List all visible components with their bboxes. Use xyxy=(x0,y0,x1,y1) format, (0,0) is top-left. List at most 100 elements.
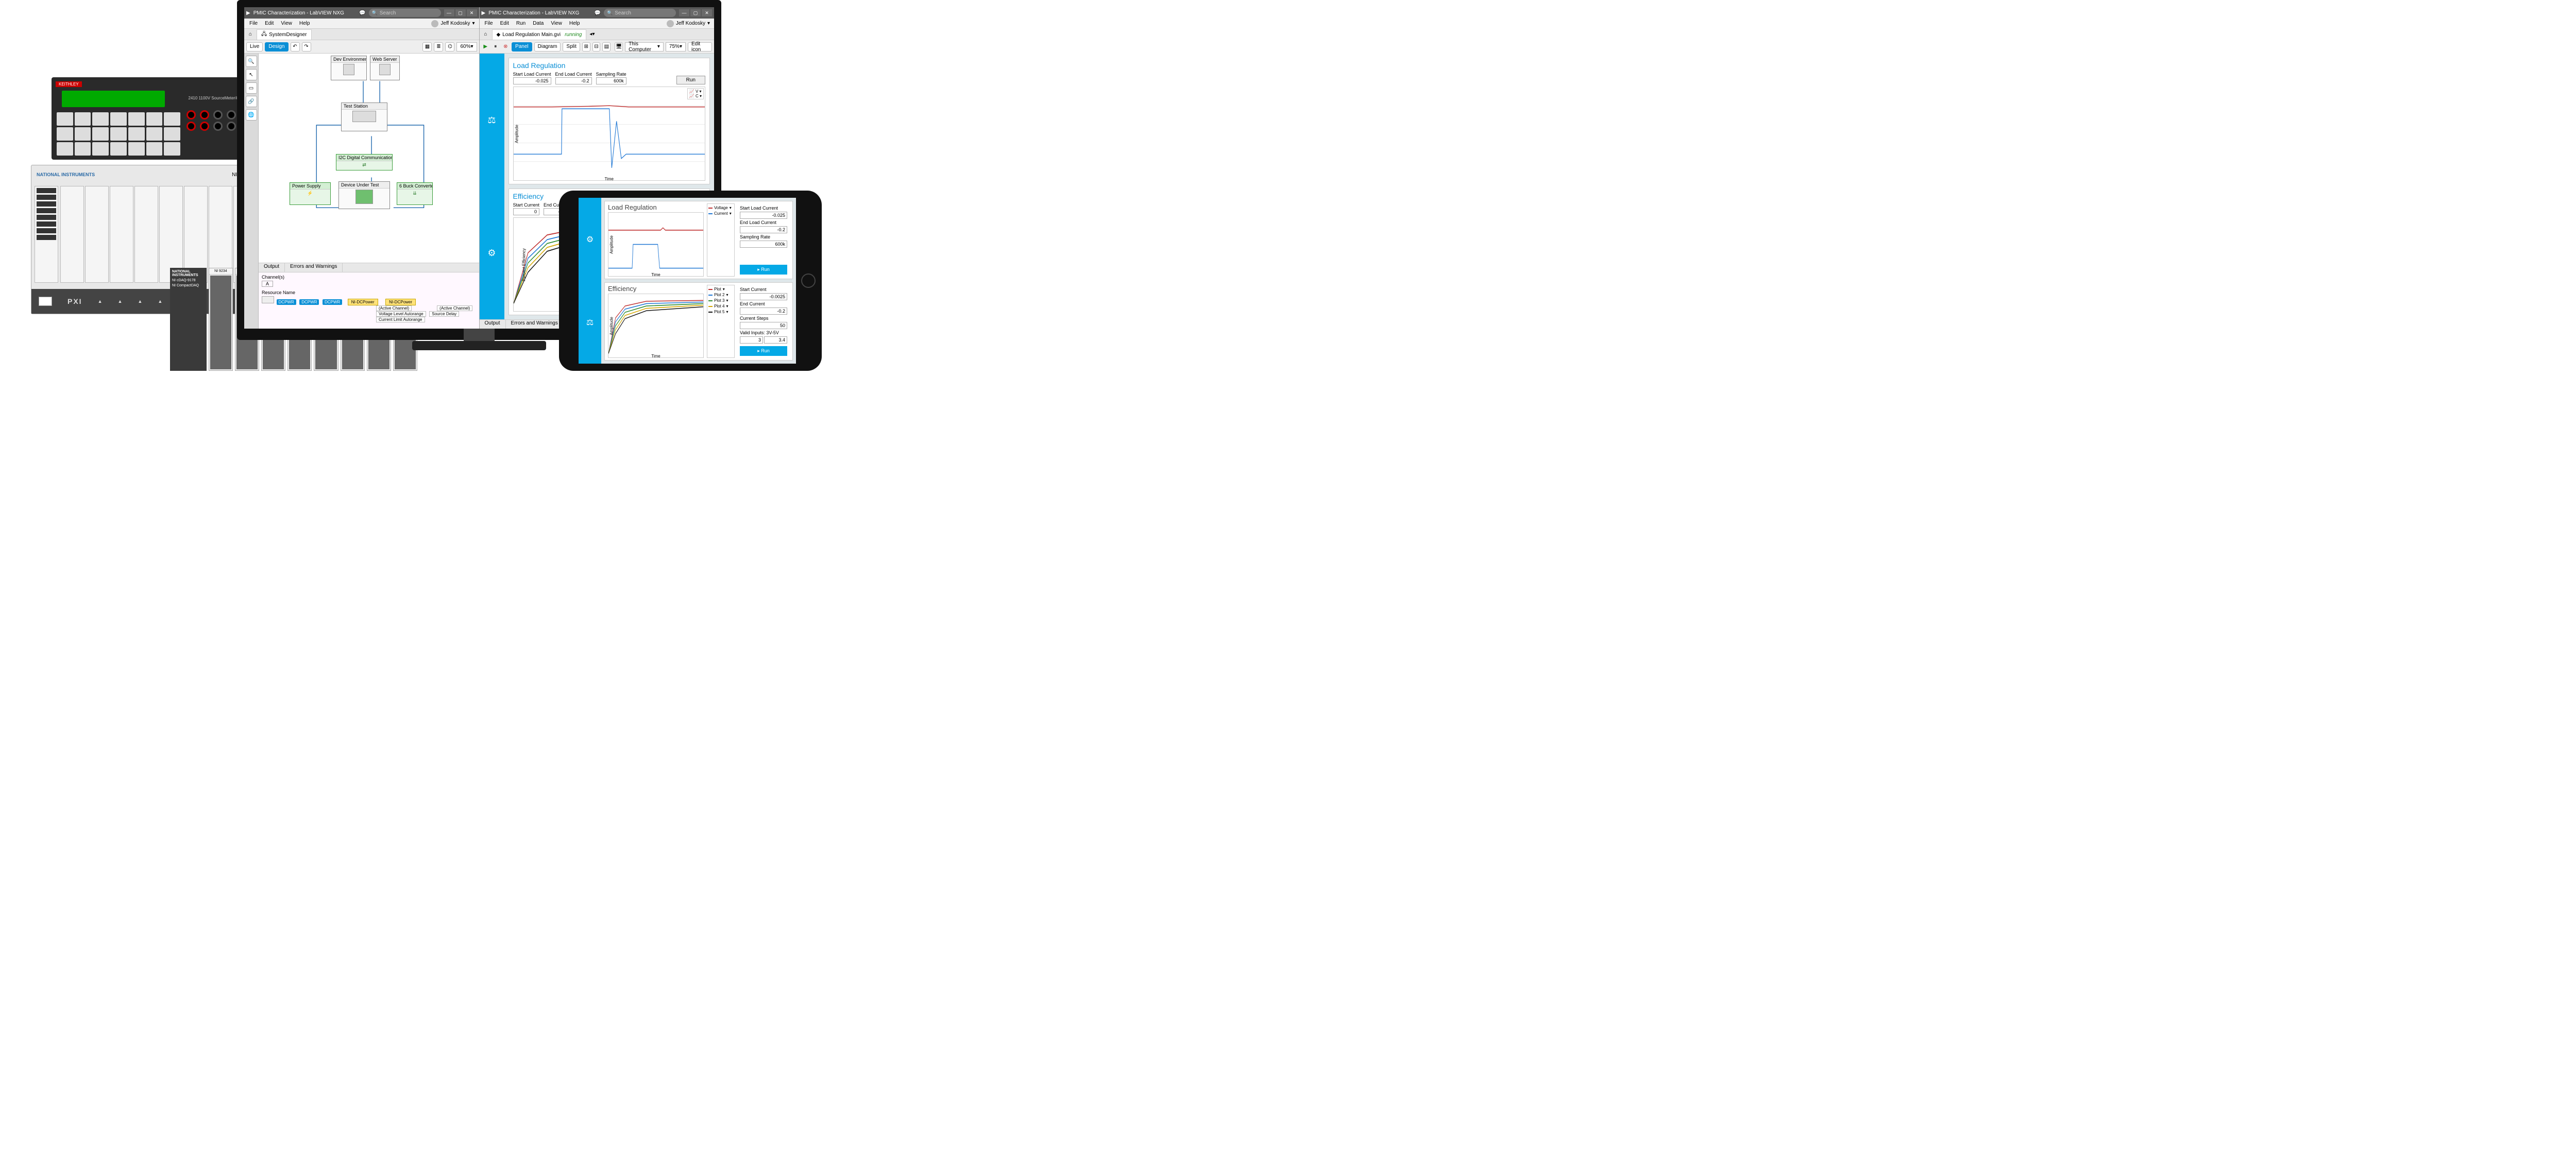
tab-errors[interactable]: Errors and Warnings xyxy=(506,320,564,329)
abort-button[interactable]: ⊗ xyxy=(502,42,510,52)
palette-connect-icon[interactable]: 🔗 xyxy=(246,96,257,107)
rail-gauge-icon[interactable]: ⚙ xyxy=(480,186,504,319)
start-current-input[interactable]: -0.0025 xyxy=(740,293,787,300)
run-button[interactable]: Run xyxy=(676,76,705,84)
zoom-select[interactable]: 75% ▾ xyxy=(666,42,686,52)
document-tab-gvi[interactable]: ◆ Load Regulation Main.gvi running xyxy=(492,29,587,40)
maximize-button[interactable]: ▢ xyxy=(690,9,701,16)
palette-globe-icon[interactable]: 🌐 xyxy=(246,109,257,121)
menu-edit[interactable]: Edit xyxy=(497,20,512,27)
document-tab-systemdesigner[interactable]: 🖧 SystemDesigner xyxy=(257,29,312,40)
redo-button[interactable]: ↷ xyxy=(302,42,311,52)
nidcpower-node[interactable]: NI-DCPower xyxy=(348,299,378,305)
dcpwr-node[interactable]: DCPWR xyxy=(277,299,296,305)
current-steps-input[interactable]: 50 xyxy=(740,322,787,329)
node-dev-environment[interactable]: Dev Environment xyxy=(331,56,367,80)
zoom-select[interactable]: 60% ▾ xyxy=(456,42,477,52)
dcpwr-node[interactable]: DCPWR xyxy=(299,299,319,305)
search-field[interactable]: Search xyxy=(369,9,441,17)
run-button[interactable]: ▸ Run xyxy=(740,346,787,356)
chat-icon[interactable]: 💬 xyxy=(595,10,601,16)
close-button[interactable]: ✕ xyxy=(702,9,712,16)
start-load-current-input[interactable]: -0.025 xyxy=(513,77,551,84)
mode-live[interactable]: Live xyxy=(246,42,263,52)
tab-output[interactable]: Output xyxy=(480,320,506,329)
tab-output[interactable]: Output xyxy=(259,263,285,272)
menu-run[interactable]: Run xyxy=(513,20,529,27)
titlebar-left[interactable]: ▶ PMIC Characterization - LabVIEW NXG 💬 … xyxy=(244,7,479,19)
keithley-display xyxy=(62,91,165,107)
chat-icon[interactable]: 💬 xyxy=(359,10,365,16)
node-test-station[interactable]: Test Station xyxy=(341,102,387,131)
view-diagram[interactable]: Diagram xyxy=(534,42,561,52)
tab-errors[interactable]: Errors and Warnings xyxy=(285,263,343,272)
view-panel[interactable]: Panel xyxy=(512,42,532,52)
node-dut[interactable]: Device Under Test xyxy=(338,181,390,209)
home-tab[interactable]: ⌂ xyxy=(480,31,492,37)
menu-help[interactable]: Help xyxy=(566,20,583,27)
tablet-home-button[interactable] xyxy=(801,273,816,288)
rail-kettlebell-icon[interactable]: ⚖ xyxy=(579,281,601,364)
sampling-rate-input[interactable]: 600k xyxy=(740,241,787,248)
palette-cursor-icon[interactable]: ↖ xyxy=(246,69,257,80)
view-split[interactable]: Split xyxy=(563,42,580,52)
undo-button[interactable]: ↶ xyxy=(291,42,300,52)
menu-help[interactable]: Help xyxy=(296,20,313,27)
menu-data[interactable]: Data xyxy=(530,20,547,27)
run-button[interactable]: ▸ Run xyxy=(740,265,787,275)
node-web-server[interactable]: Web Server xyxy=(370,56,400,80)
distribute-icon[interactable]: ⊟ xyxy=(592,42,601,52)
active-channel: (Active Channel) xyxy=(437,305,472,311)
palette-module-icon[interactable]: ▭ xyxy=(246,82,257,94)
close-button[interactable]: ✕ xyxy=(467,9,477,16)
home-tab[interactable]: ⌂ xyxy=(244,31,257,37)
palette-search-icon[interactable]: 🔍 xyxy=(246,56,257,67)
pxi-power-switch xyxy=(39,297,52,306)
target-select[interactable]: This Computer ▾ xyxy=(625,42,664,52)
align-icon[interactable]: ⊞ xyxy=(582,42,590,52)
edit-icon-button[interactable]: Edit icon xyxy=(688,42,712,52)
system-diagram-canvas[interactable]: Dev Environment Web Server Test Station xyxy=(259,54,479,263)
rail-gauge-icon[interactable]: ⚙ xyxy=(579,198,601,281)
block-diagram-strip[interactable]: Channel(s) A Resource Name DCPWR DCPWR D… xyxy=(259,272,479,329)
menu-file[interactable]: File xyxy=(246,20,261,27)
list-icon[interactable]: ≣ xyxy=(434,42,443,52)
pause-button[interactable]: ⏸ xyxy=(492,42,500,52)
rail-kettlebell-icon[interactable]: ⚖ xyxy=(480,54,504,186)
end-load-current-input[interactable]: -0.2 xyxy=(555,77,592,84)
order-icon[interactable]: ▤ xyxy=(602,42,611,52)
node-i2c[interactable]: I2C Digital Communication ⇄ xyxy=(336,154,393,170)
menu-file[interactable]: File xyxy=(482,20,496,27)
menu-edit[interactable]: Edit xyxy=(262,20,277,27)
start-current-input[interactable]: 0 xyxy=(513,208,540,215)
user-indicator[interactable]: Jeff Kodosky ▾ xyxy=(431,20,479,27)
valid-input-b[interactable]: 3.4 xyxy=(764,336,787,344)
channel-value[interactable]: A xyxy=(262,281,273,287)
minimize-button[interactable]: — xyxy=(444,9,454,16)
doc-nav-next-icon[interactable]: ▾ xyxy=(592,31,595,37)
nidcpower-node[interactable]: NI-DCPower xyxy=(385,299,416,305)
node-buck[interactable]: 6 Buck Converters ⇊ xyxy=(397,182,433,205)
user-indicator[interactable]: Jeff Kodosky ▾ xyxy=(667,20,714,27)
minimize-button[interactable]: — xyxy=(679,9,689,16)
mode-design[interactable]: Design xyxy=(265,42,288,52)
node-power-supply[interactable]: Power Supply ⚡ xyxy=(290,182,331,205)
y-axis-label: Percent Efficiency xyxy=(521,248,526,281)
grid-icon[interactable]: ▦ xyxy=(422,42,432,52)
search-field[interactable]: Search xyxy=(604,9,676,17)
menubar-left: File Edit View Help Jeff Kodosky ▾ xyxy=(244,19,479,29)
target-icon[interactable]: 🖥 xyxy=(615,42,623,52)
dcpwr-node[interactable]: DCPWR xyxy=(323,299,342,305)
start-load-current-input[interactable]: -0.025 xyxy=(740,212,787,219)
sampling-rate-input[interactable]: 600k xyxy=(596,77,626,84)
resource-field[interactable] xyxy=(262,296,274,303)
tree-view-icon[interactable]: ⌬ xyxy=(445,42,454,52)
run-button[interactable]: ▶ xyxy=(482,42,490,52)
maximize-button[interactable]: ▢ xyxy=(455,9,466,16)
menu-view[interactable]: View xyxy=(548,20,565,27)
titlebar-right[interactable]: ▶ PMIC Characterization - LabVIEW NXG 💬 … xyxy=(480,7,715,19)
end-current-input[interactable]: -0.2 xyxy=(740,307,787,315)
end-load-current-input[interactable]: -0.2 xyxy=(740,226,787,233)
menu-view[interactable]: View xyxy=(278,20,295,27)
valid-input-a[interactable]: 3 xyxy=(740,336,763,344)
